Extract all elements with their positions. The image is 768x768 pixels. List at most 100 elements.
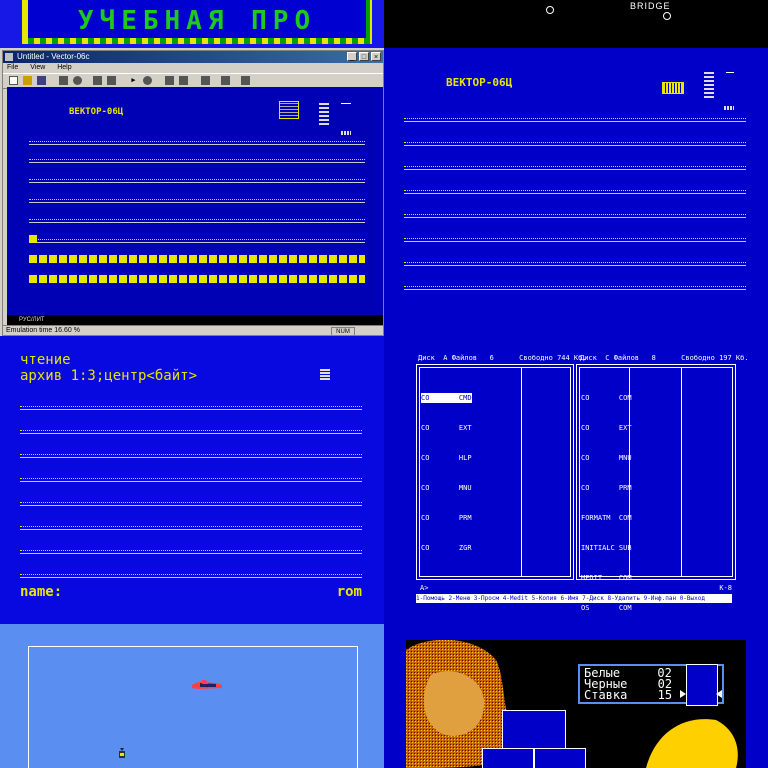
read-label: чтение xyxy=(20,352,71,368)
name-label: name: xyxy=(20,584,63,600)
dotted-line xyxy=(20,550,362,554)
menu-bar: File View Help xyxy=(3,63,383,73)
card-block[interactable] xyxy=(482,748,534,768)
right-panel[interactable]: CO COM CO EXT CO MNU CO PRM FORMATM COM … xyxy=(576,364,736,612)
card-block[interactable] xyxy=(502,710,566,752)
game-field xyxy=(28,646,358,768)
menu-file[interactable]: File xyxy=(7,64,18,71)
save-icon[interactable] xyxy=(37,76,46,85)
command-prompt[interactable]: A> xyxy=(420,584,428,592)
settings-icon[interactable] xyxy=(221,76,230,85)
screen-label: ВЕКТОР-06Ц xyxy=(69,107,124,117)
ball-icon xyxy=(546,6,554,14)
dotted-line xyxy=(20,574,362,578)
screen-icon[interactable] xyxy=(165,76,174,85)
record-icon[interactable] xyxy=(73,76,82,85)
disk-icon[interactable] xyxy=(93,76,102,85)
dotted-line xyxy=(404,166,746,170)
keyboard-icon[interactable] xyxy=(179,76,188,85)
debugger-icon[interactable] xyxy=(201,76,210,85)
bomb-icon xyxy=(119,748,125,758)
loading-bar xyxy=(29,255,365,263)
left-panel[interactable]: CO CMD CO EXT CO HLP CO MNU CO PRM CO ZG… xyxy=(416,364,574,580)
card-block[interactable] xyxy=(534,748,586,768)
dash-mark xyxy=(726,72,734,73)
file-item[interactable]: CO CMD xyxy=(421,393,472,403)
maximize-button[interactable]: □ xyxy=(359,52,369,61)
card-slot[interactable] xyxy=(686,664,718,706)
dotted-line xyxy=(20,454,362,458)
column-divider xyxy=(681,367,682,577)
file-item[interactable]: CO COM xyxy=(581,393,632,403)
ram-icon xyxy=(704,72,714,98)
menu-help[interactable]: Help xyxy=(57,64,71,71)
file-item[interactable]: CO EXT xyxy=(581,423,632,433)
file-item[interactable]: MEDIT COM xyxy=(581,573,632,583)
file-item[interactable]: CO MNU xyxy=(421,483,472,493)
file-item[interactable]: CO ZGR xyxy=(421,543,472,553)
loading-bar xyxy=(29,275,365,283)
reset-icon[interactable] xyxy=(59,76,68,85)
game-title-banner: УЧЕБНАЯ ПРО xyxy=(22,0,372,44)
dotted-line xyxy=(404,238,746,242)
window-title: Untitled - Vector-06c xyxy=(17,52,90,61)
dotted-line xyxy=(20,406,362,410)
dotted-line xyxy=(20,478,362,482)
dotted-line xyxy=(29,199,365,203)
right-file-list: CO COM CO EXT CO MNU CO PRM FORMATM COM … xyxy=(581,373,632,624)
small-mark xyxy=(341,131,351,135)
about-icon[interactable] xyxy=(241,76,250,85)
archive-label: архив 1:3;центр<байт> xyxy=(20,368,198,384)
ball-icon xyxy=(663,12,671,20)
file-item[interactable]: INITIALC SUB xyxy=(581,543,632,553)
tape-icon xyxy=(320,368,330,380)
window-titlebar[interactable]: Untitled - Vector-06c _ □ × xyxy=(3,51,383,63)
dotted-line xyxy=(20,502,362,506)
arrow-right-icon[interactable] xyxy=(680,690,686,698)
dotted-line xyxy=(404,118,746,122)
left-file-list: CO CMD CO EXT CO HLP CO MNU CO PRM CO ZG… xyxy=(421,373,472,573)
arrow-left-icon[interactable] xyxy=(716,690,722,698)
dash-mark xyxy=(341,103,351,104)
rom-label: rom xyxy=(336,584,362,600)
file-item[interactable]: CO HLP xyxy=(421,453,472,463)
right-panel-header: Диск C Файлов 8 Свободно 197 Кб. xyxy=(580,354,749,362)
minimize-button[interactable]: _ xyxy=(347,52,357,61)
bridge-label: BRIDGE xyxy=(630,1,671,11)
close-button[interactable]: × xyxy=(371,52,381,61)
num-indicator: NUM xyxy=(331,327,355,336)
card-game-tile: Белые 02 Черные 02 Ставка 15 xyxy=(384,624,768,768)
menu-view[interactable]: View xyxy=(30,64,45,71)
vector-screen-tile: ВЕКТОР-06Ц xyxy=(384,48,768,336)
bridge-game-tile: BRIDGE xyxy=(384,0,768,48)
file-item[interactable]: OS COM xyxy=(581,603,632,613)
file-item[interactable]: CO MNU xyxy=(581,453,632,463)
dotted-line xyxy=(20,430,362,434)
dotted-line xyxy=(29,219,365,223)
dotted-line xyxy=(29,141,365,145)
dotted-line xyxy=(20,526,362,530)
stop-icon[interactable] xyxy=(143,76,152,85)
file-item[interactable]: CO PRM xyxy=(581,483,632,493)
bet-value: 15 xyxy=(657,688,673,702)
progress-block xyxy=(29,235,37,243)
function-key-bar[interactable]: 1-Помощь 2-Меню 3-Просм 4-Medit 5-Копия … xyxy=(416,594,732,603)
bomber-game-tile xyxy=(0,624,384,768)
file-item[interactable]: CO EXT xyxy=(421,423,472,433)
dotted-line xyxy=(404,190,746,194)
file-item[interactable]: CO PRM xyxy=(421,513,472,523)
airplane-icon xyxy=(192,680,222,689)
new-icon[interactable] xyxy=(9,76,18,85)
open-icon[interactable] xyxy=(23,76,32,85)
tape-icon[interactable] xyxy=(107,76,116,85)
dotted-line xyxy=(404,142,746,146)
play-icon[interactable]: ▶ xyxy=(129,76,138,85)
emulator-tile: Untitled - Vector-06c _ □ × File View He… xyxy=(0,48,384,336)
dotted-line xyxy=(404,214,746,218)
dotted-line xyxy=(404,262,746,266)
emulator-window: Untitled - Vector-06c _ □ × File View He… xyxy=(2,50,384,336)
screen-label: ВЕКТОР-06Ц xyxy=(446,76,513,89)
emulator-screen[interactable]: ВЕКТОР-06Ц xyxy=(7,87,383,315)
tape-loader-tile: чтение архив 1:3;центр<байт> name: rom xyxy=(0,336,384,624)
file-item[interactable]: FORMATM COM xyxy=(581,513,632,523)
